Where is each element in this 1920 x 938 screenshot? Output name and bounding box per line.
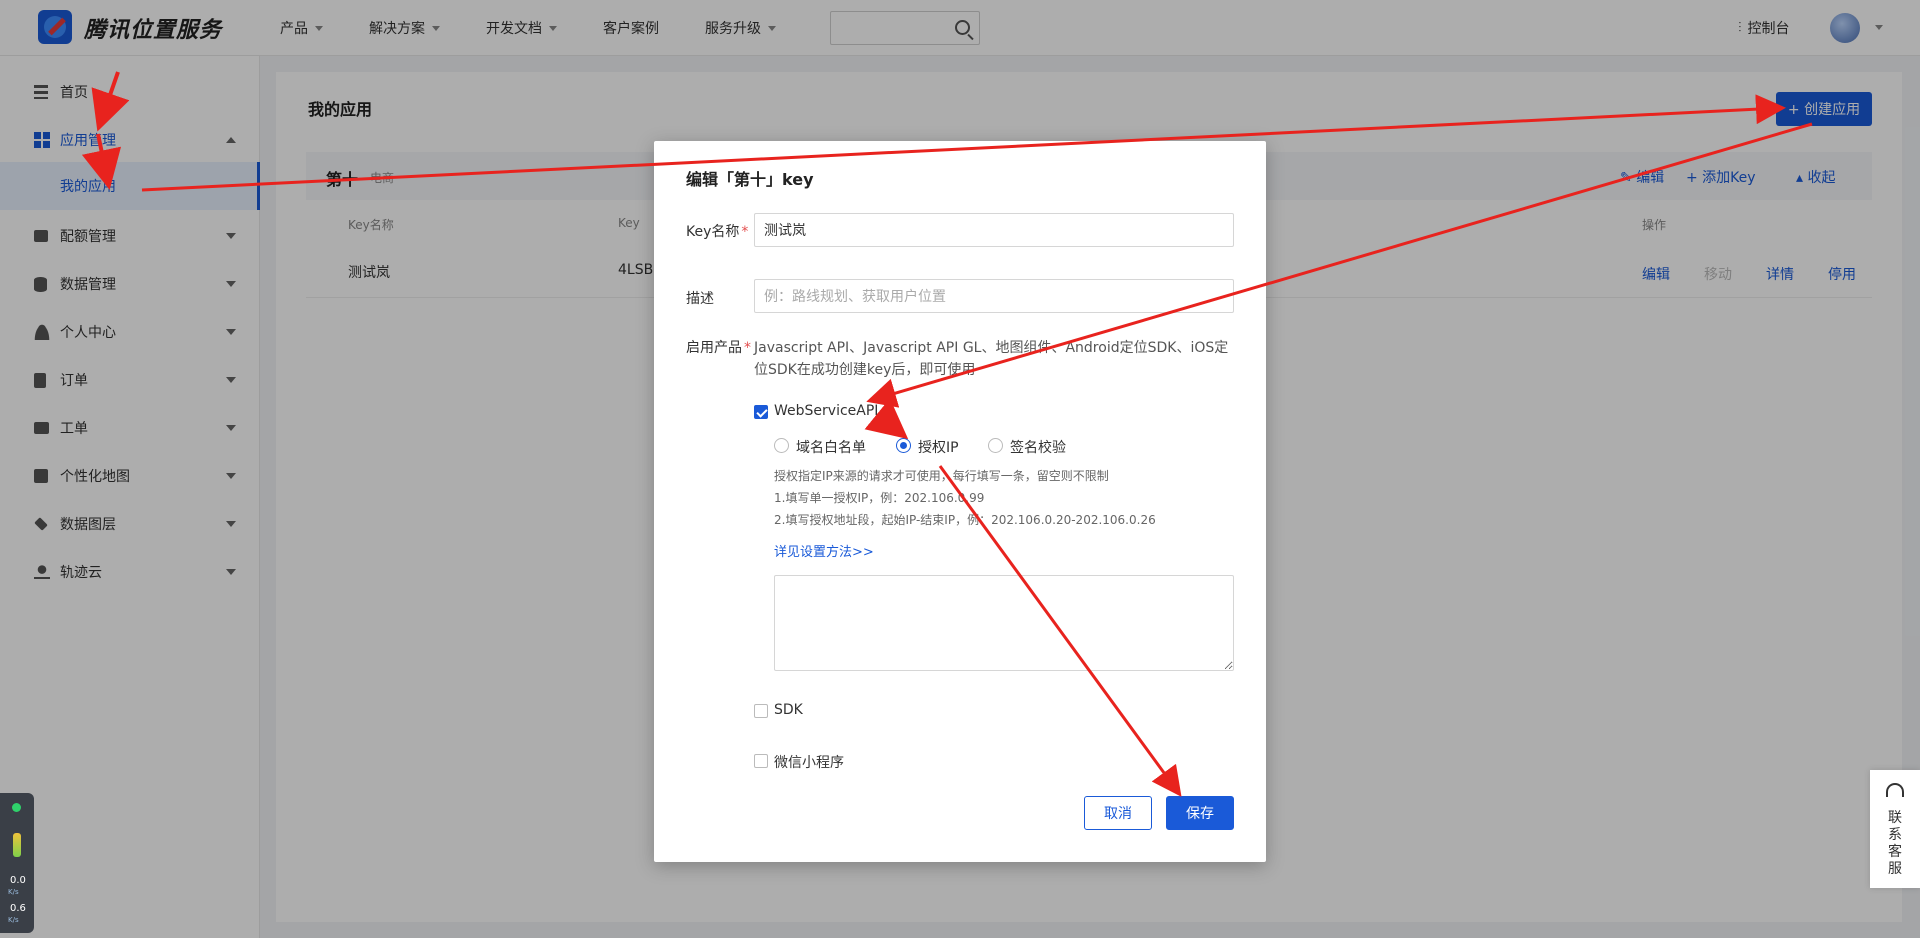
arrow-to-webservice (866, 122, 1813, 408)
arrow-to-save (938, 465, 1182, 797)
arrow-to-app-management (91, 71, 130, 132)
arrow-to-authorized-ip (864, 398, 909, 440)
arrow-to-my-apps (81, 133, 122, 190)
arrow-to-create-app (141, 94, 1786, 192)
annotation-arrows (81, 71, 1813, 797)
